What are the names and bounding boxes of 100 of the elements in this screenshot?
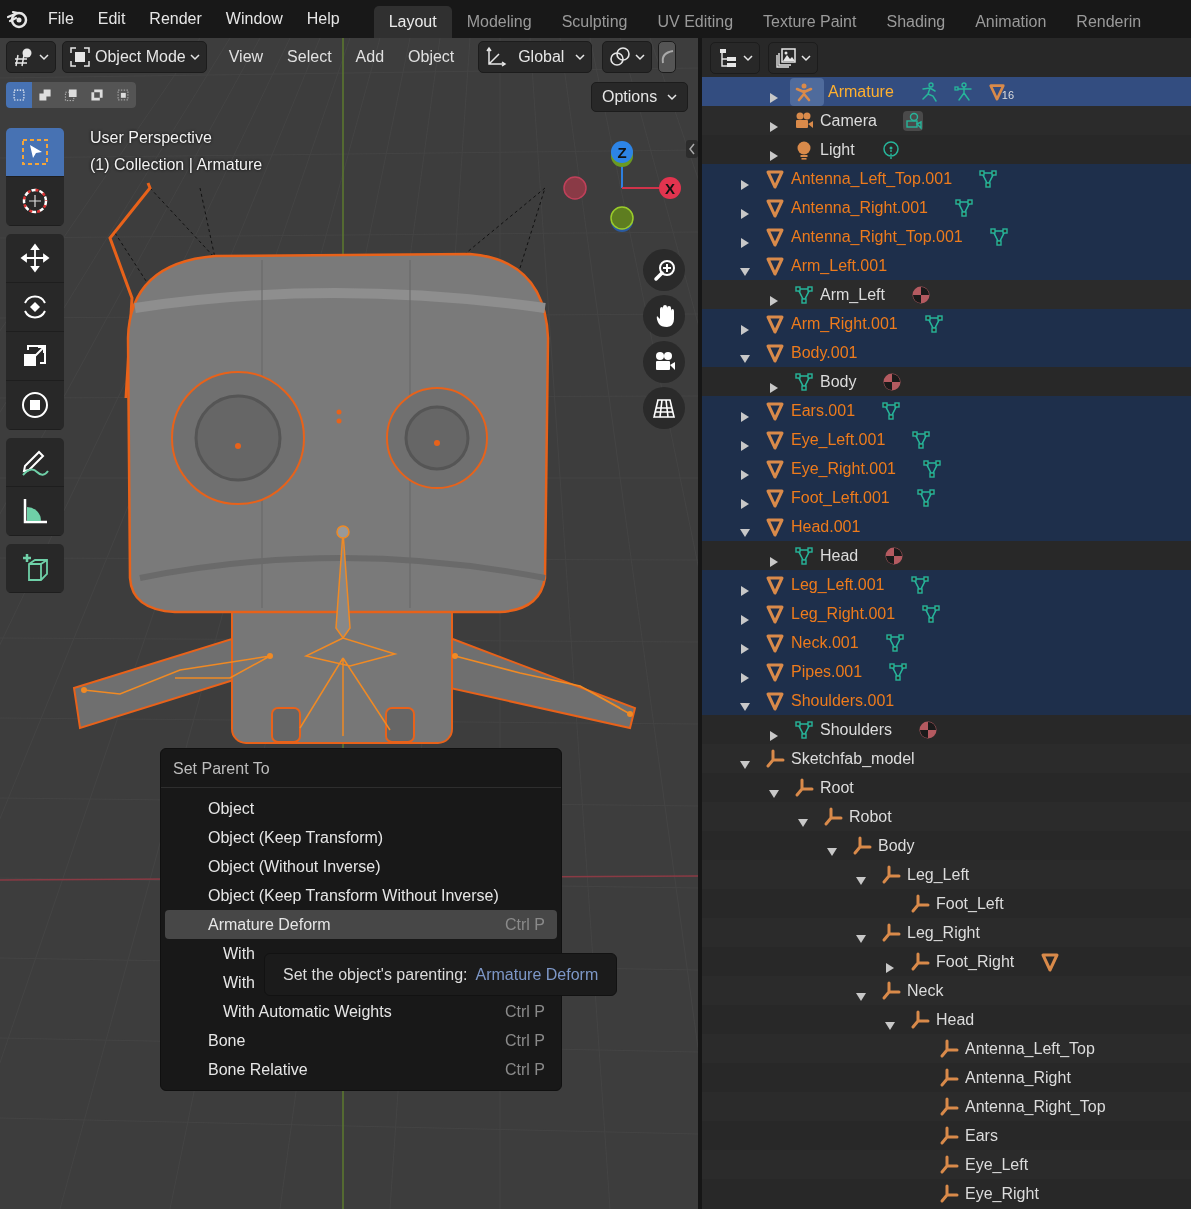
outliner-item-name[interactable]: Pipes.001 <box>791 659 863 684</box>
outliner-item-name[interactable]: Antenna_Right <box>965 1065 1071 1090</box>
collapsed-arrow-icon[interactable] <box>739 411 751 424</box>
collapsed-arrow-icon[interactable] <box>884 962 896 975</box>
menu-item[interactable]: Object (Keep Transform) <box>165 823 557 852</box>
outliner-item-name[interactable]: Head <box>936 1007 975 1032</box>
viewport-nav-button[interactable] <box>643 341 685 383</box>
tool-button[interactable] <box>6 128 64 177</box>
outliner-item-name[interactable]: Eye_Left <box>965 1152 1029 1177</box>
outliner-item-name[interactable]: Robot <box>849 804 892 829</box>
workspace-tab[interactable]: Renderin <box>1061 6 1157 38</box>
snap-button[interactable] <box>658 41 677 73</box>
outliner-item-name[interactable]: Armature <box>828 79 894 104</box>
navigation-gizmo[interactable]: Z X <box>563 141 681 232</box>
collapsed-arrow-icon[interactable] <box>739 469 751 482</box>
collapsed-arrow-icon[interactable] <box>739 614 751 627</box>
collapsed-arrow-icon[interactable] <box>768 92 780 105</box>
editor-type-button[interactable] <box>6 41 56 73</box>
viewport-nav-button[interactable] <box>643 387 685 429</box>
outliner-item-name[interactable]: Eye_Right <box>965 1181 1039 1206</box>
tool-button[interactable] <box>6 283 64 332</box>
outliner-item-name[interactable]: Head <box>820 543 859 568</box>
menu-item[interactable]: File <box>36 0 86 38</box>
collapsed-arrow-icon[interactable] <box>739 498 751 511</box>
collapsed-arrow-icon[interactable] <box>768 295 780 308</box>
workspace-tab[interactable]: Modeling <box>451 6 547 38</box>
workspace-tab[interactable]: Shading <box>871 6 961 38</box>
outliner-item-name[interactable]: Root <box>820 775 854 800</box>
outliner-item-name[interactable]: Neck.001 <box>791 630 859 655</box>
collapsed-arrow-icon[interactable] <box>768 150 780 163</box>
menu-item[interactable]: Edit <box>85 0 138 38</box>
outliner-item-name[interactable]: Head.001 <box>791 514 861 539</box>
outliner-item-name[interactable]: Body <box>878 833 915 858</box>
select-mode-button[interactable] <box>110 82 136 108</box>
display-mode-dropdown[interactable] <box>710 41 760 74</box>
tool-button[interactable] <box>6 438 64 487</box>
outliner-item-name[interactable]: Body.001 <box>791 340 858 365</box>
collapsed-arrow-icon[interactable] <box>768 556 780 569</box>
outliner-item-name[interactable]: Leg_Left.001 <box>791 572 885 597</box>
filter-dropdown[interactable] <box>768 41 818 74</box>
collapsed-arrow-icon[interactable] <box>768 121 780 134</box>
workspace-tab[interactable]: Texture Paint <box>748 6 872 38</box>
collapsed-arrow-icon[interactable] <box>739 179 751 192</box>
tool-button[interactable] <box>6 177 64 226</box>
options-dropdown[interactable]: Options <box>591 82 689 112</box>
outliner-item-name[interactable]: Leg_Left <box>907 862 970 887</box>
collapsed-arrow-icon[interactable] <box>739 585 751 598</box>
outliner-item-name[interactable]: Shoulders.001 <box>791 688 895 713</box>
menu-item[interactable]: Render <box>137 0 214 38</box>
outliner-item-name[interactable]: Eye_Left.001 <box>791 427 886 452</box>
collapsed-arrow-icon[interactable] <box>739 672 751 685</box>
tool-button[interactable] <box>6 487 64 536</box>
header-menu[interactable]: Object <box>396 41 467 73</box>
outliner-item-name[interactable]: Camera <box>820 108 877 133</box>
tool-button[interactable] <box>6 332 64 381</box>
collapsed-arrow-icon[interactable] <box>739 237 751 250</box>
outliner-item-name[interactable]: Body <box>820 369 857 394</box>
header-menu[interactable]: Select <box>275 41 344 73</box>
menu-item[interactable]: Object (Without Inverse) <box>165 852 557 881</box>
outliner-item-name[interactable]: Neck <box>907 978 944 1003</box>
workspace-tab[interactable]: Layout <box>373 6 452 38</box>
collapsed-arrow-icon[interactable] <box>739 208 751 221</box>
outliner-item-name[interactable]: Foot_Left.001 <box>791 485 890 510</box>
collapsed-arrow-icon[interactable] <box>739 440 751 453</box>
viewport-nav-button[interactable] <box>643 295 685 337</box>
mode-dropdown[interactable]: Object Mode <box>62 41 207 73</box>
menu-item[interactable]: Object <box>165 794 557 823</box>
header-menu[interactable]: View <box>216 41 276 73</box>
menu-item[interactable]: Window <box>213 0 295 38</box>
collapsed-arrow-icon[interactable] <box>739 643 751 656</box>
menu-item[interactable]: With Automatic Weights Ctrl P <box>165 997 557 1026</box>
tool-button[interactable] <box>6 544 64 593</box>
menu-item[interactable]: Bone Relative Ctrl P <box>165 1055 557 1084</box>
viewport-nav-button[interactable] <box>643 249 685 291</box>
outliner-item-name[interactable]: Arm_Right.001 <box>791 311 898 336</box>
outliner-item-name[interactable]: Sketchfab_model <box>791 746 915 771</box>
outliner-item-name[interactable]: Leg_Right <box>907 920 980 945</box>
outliner-item-name[interactable]: Foot_Left <box>936 891 1004 916</box>
outliner-item-name[interactable]: Antenna_Left_Top <box>965 1036 1095 1061</box>
pivot-dropdown[interactable] <box>602 41 653 73</box>
outliner-item-name[interactable]: Shoulders <box>820 717 893 742</box>
workspace-tab[interactable]: Animation <box>960 6 1062 38</box>
collapsed-arrow-icon[interactable] <box>768 730 780 743</box>
outliner-item-name[interactable]: Ears.001 <box>791 398 856 423</box>
tool-button[interactable] <box>6 234 64 283</box>
outliner-item-name[interactable]: Arm_Left.001 <box>791 253 888 278</box>
orientation-dropdown[interactable]: Global <box>478 41 593 73</box>
header-menu[interactable]: Add <box>343 41 397 73</box>
outliner-item-name[interactable]: Arm_Left <box>820 282 885 307</box>
collapsed-arrow-icon[interactable] <box>739 324 751 337</box>
tool-button[interactable] <box>6 381 64 430</box>
menu-item[interactable]: Object (Keep Transform Without Inverse) <box>165 881 557 910</box>
select-mode-button[interactable] <box>32 82 58 108</box>
outliner-item-name[interactable]: Light <box>820 137 855 162</box>
outliner-item-name[interactable]: Leg_Right.001 <box>791 601 896 626</box>
outliner-item-name[interactable]: Foot_Right <box>936 949 1015 974</box>
outliner-item-name[interactable]: Ears <box>965 1123 998 1148</box>
menu-item[interactable]: Bone Ctrl P <box>165 1026 557 1055</box>
outliner-item-name[interactable]: Eye_Right.001 <box>791 456 896 481</box>
menu-item[interactable]: Help <box>294 0 352 38</box>
